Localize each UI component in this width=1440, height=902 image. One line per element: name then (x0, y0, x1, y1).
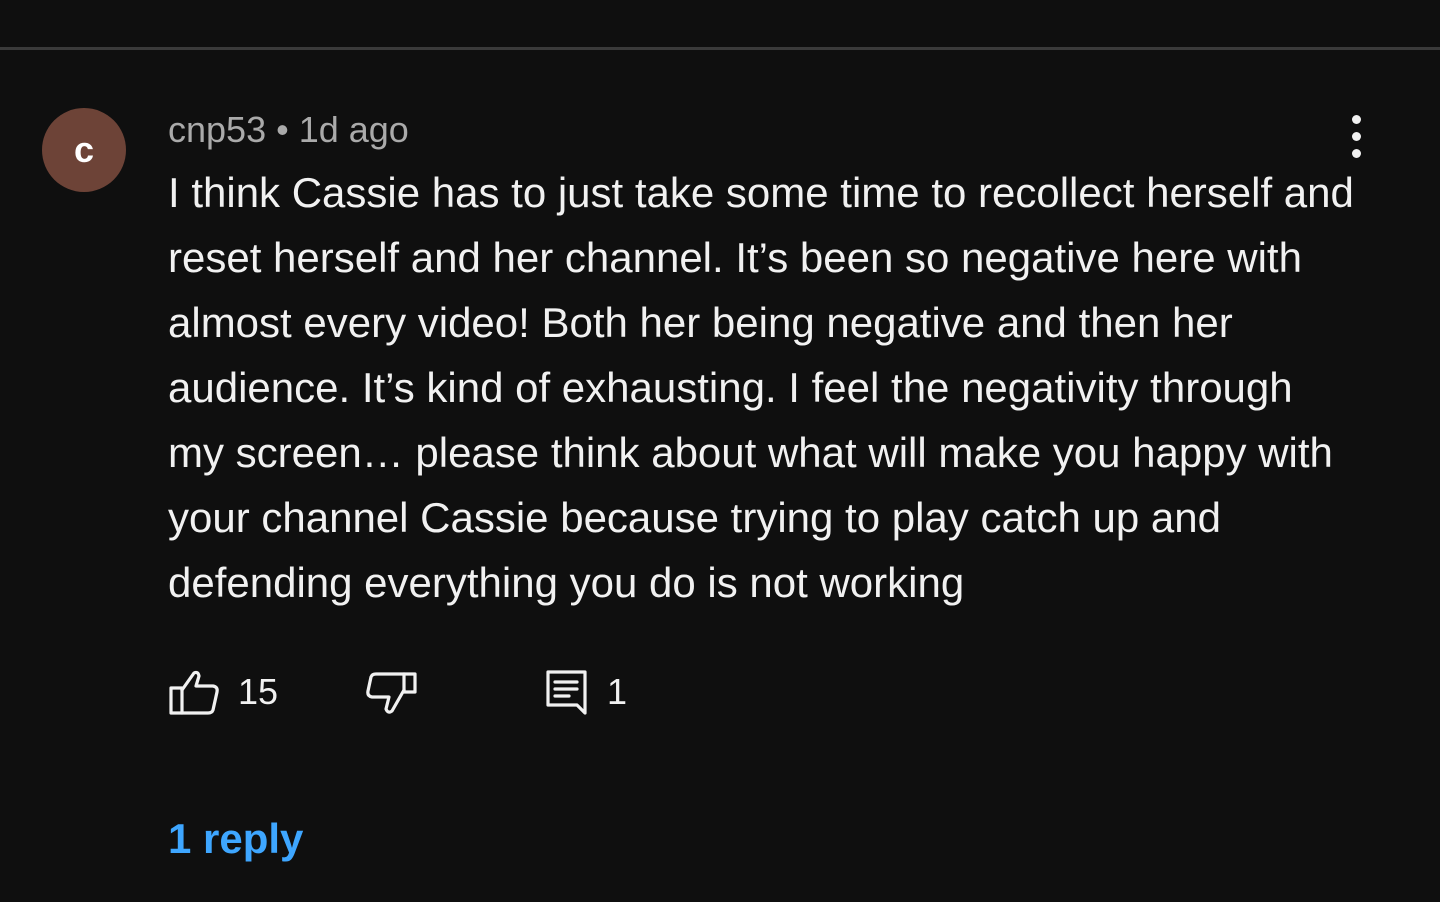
comment-icon (545, 667, 589, 717)
avatar[interactable]: c (42, 108, 126, 192)
like-count: 15 (238, 671, 279, 712)
thumb-up-icon (168, 668, 220, 716)
like-button[interactable]: 15 (168, 664, 278, 720)
more-vert-icon-dot (1351, 114, 1361, 124)
thumb-down-icon (364, 668, 418, 716)
reply-button[interactable]: 1 (545, 664, 627, 720)
top-divider (0, 47, 1440, 50)
more-vert-icon-dot (1351, 148, 1361, 158)
more-vert-icon-dot (1351, 131, 1361, 141)
comment-text: I think Cassie has to just take some tim… (168, 169, 1354, 606)
comment-meta: cnp53 • 1d ago (168, 108, 409, 152)
view-replies-link[interactable]: 1 reply (168, 815, 303, 863)
reply-count: 1 (607, 671, 628, 712)
comment-time: 1d ago (298, 109, 409, 150)
more-options-button[interactable] (1330, 112, 1382, 160)
author-name[interactable]: cnp53 (168, 109, 266, 150)
meta-separator: • (276, 109, 289, 150)
avatar-letter: c (73, 129, 95, 170)
dislike-button[interactable] (364, 664, 418, 720)
